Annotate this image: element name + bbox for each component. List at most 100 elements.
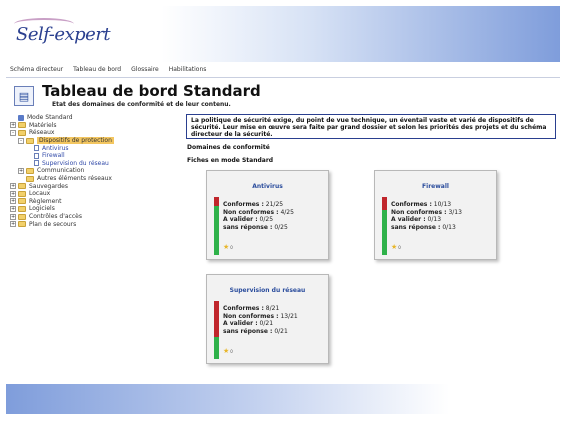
card-title[interactable]: Firewall — [375, 183, 496, 190]
star-icon[interactable]: ★ 0 — [391, 243, 401, 251]
logo[interactable]: Self-expert — [16, 24, 111, 45]
tree-item[interactable]: Supervision du réseau — [10, 160, 180, 168]
stat-non-conformes-value: 3/13 — [448, 208, 462, 216]
tree-item[interactable]: + Communication — [10, 167, 180, 175]
stat-a-valider: A valider : 0/25 — [223, 216, 294, 224]
stat-sans-reponse-label: sans réponse : — [223, 327, 273, 335]
stat-non-conformes: Non conformes : 3/13 — [391, 209, 462, 217]
stat-sans-reponse-label: sans réponse : — [391, 223, 441, 231]
bar-conformes — [214, 337, 219, 359]
stat-non-conformes: Non conformes : 13/21 — [223, 313, 298, 321]
stat-non-conformes-label: Non conformes : — [223, 208, 279, 216]
folder-icon — [18, 129, 26, 136]
bar-conformes — [382, 210, 387, 255]
mode-icon — [18, 114, 24, 121]
stat-sans-reponse: sans réponse : 0/25 — [223, 224, 294, 232]
expand-icon[interactable]: + — [10, 183, 16, 190]
navigation-tree: Mode Standard + Matériels - Réseaux - Disposit… — [10, 114, 180, 228]
compliance-bar — [382, 197, 387, 255]
tree-item[interactable]: + Locaux — [10, 190, 180, 198]
stat-conformes-value: 21/25 — [265, 201, 284, 208]
nav-tableau-de-bord[interactable]: Tableau de bord — [73, 66, 121, 73]
stat-sans-reponse-label: sans réponse : — [223, 223, 273, 231]
card-title[interactable]: Supervision du réseau — [207, 287, 328, 294]
star-icon[interactable]: ★ 0 — [223, 243, 233, 251]
folder-icon — [18, 205, 26, 212]
tree-item[interactable]: - Réseaux — [10, 129, 180, 137]
folder-icon — [18, 213, 26, 220]
compliance-card[interactable]: Supervision du réseau Conformes : 8/21 Non… — [206, 274, 329, 364]
tree-item[interactable]: + Sauvegardes — [10, 182, 180, 190]
stat-conformes: Conformes : 8/21 — [223, 305, 298, 313]
document-icon — [34, 145, 39, 152]
expand-icon[interactable]: + — [10, 198, 16, 205]
stat-a-valider-label: A valider : — [391, 216, 426, 224]
stat-a-valider-value: 0/21 — [259, 320, 274, 328]
footer-banner — [6, 384, 560, 414]
tree-item-label: Plan de secours — [29, 220, 77, 228]
expand-icon[interactable]: + — [18, 167, 24, 174]
nav-schema-directeur[interactable]: Schéma directeur — [10, 66, 63, 73]
tree-item[interactable]: + Plan de secours — [10, 220, 180, 228]
collapse-icon[interactable]: - — [10, 129, 16, 136]
stat-a-valider-label: A valider : — [223, 216, 258, 224]
collapse-icon[interactable]: - — [18, 137, 24, 144]
expand-icon[interactable]: + — [10, 190, 16, 197]
tree-item-label: Antivirus — [42, 144, 69, 152]
nav-habilitations[interactable]: Habilitations — [169, 66, 207, 73]
tree-item-label: Supervision du réseau — [42, 159, 109, 167]
compliance-bar — [214, 197, 219, 255]
stat-non-conformes: Non conformes : 4/25 — [223, 209, 294, 217]
stat-non-conformes-value: 4/25 — [280, 208, 294, 216]
stat-conformes-label: Conformes : — [223, 305, 264, 312]
tree-item-label: Dispositifs de protection — [37, 137, 114, 145]
expand-icon[interactable]: + — [10, 122, 16, 129]
tree-item-label: Sauvegardes — [29, 182, 69, 190]
tree-item-label: Firewall — [42, 152, 65, 160]
tree-item[interactable]: Firewall — [10, 152, 180, 160]
stat-conformes: Conformes : 21/25 — [223, 201, 294, 209]
stat-a-valider-value: 0/13 — [427, 216, 442, 224]
document-icon — [34, 152, 39, 159]
star-icon[interactable]: ★ 0 — [223, 347, 233, 355]
stat-conformes-value: 8/21 — [265, 305, 280, 312]
page-subtitle: Etat des domaines de conformité et de le… — [52, 101, 231, 108]
expand-icon[interactable]: + — [10, 221, 16, 228]
mode-label: Fiches en mode Standard — [187, 157, 274, 164]
tree-item[interactable]: + Règlement — [10, 198, 180, 206]
folder-icon — [18, 190, 26, 197]
tree-item[interactable]: + Matériels — [10, 122, 180, 130]
tree-item-label: Règlement — [29, 197, 62, 205]
nav-divider — [6, 77, 560, 78]
tree-item[interactable]: + Logiciels — [10, 205, 180, 213]
stat-a-valider: A valider : 0/21 — [223, 320, 298, 328]
tree-item-label: Mode Standard — [27, 114, 73, 122]
bar-non-conformes — [214, 197, 219, 206]
folder-icon — [18, 122, 26, 129]
nav-glossaire[interactable]: Glossaire — [131, 66, 159, 73]
expand-icon[interactable]: + — [10, 205, 16, 212]
tree-item[interactable]: Mode Standard — [10, 114, 180, 122]
folder-icon — [26, 167, 34, 174]
card-stats: Conformes : 10/13 Non conformes : 3/13 A v… — [391, 201, 462, 231]
tree-item-label: Logiciels — [29, 205, 55, 213]
card-stats: Conformes : 21/25 Non conformes : 4/25 A v… — [223, 201, 294, 231]
expand-icon[interactable]: + — [10, 213, 16, 220]
folder-icon — [18, 221, 26, 228]
star-count: 0 — [398, 244, 401, 250]
stat-a-valider: A valider : 0/13 — [391, 216, 462, 224]
tree-item[interactable]: Autres éléments réseaux — [10, 175, 180, 183]
compliance-card[interactable]: Firewall Conformes : 10/13 Non conformes :… — [374, 170, 497, 260]
stat-sans-reponse-value: 0/21 — [274, 327, 288, 335]
stat-conformes: Conformes : 10/13 — [391, 201, 462, 209]
star-count: 0 — [230, 348, 233, 354]
bar-conformes — [214, 206, 219, 255]
stat-sans-reponse-value: 0/25 — [274, 223, 288, 231]
card-title[interactable]: Antivirus — [207, 183, 328, 190]
tree-item[interactable]: + Contrôles d'accès — [10, 213, 180, 221]
compliance-card[interactable]: Antivirus Conformes : 21/25 Non conformes … — [206, 170, 329, 260]
tree-item[interactable]: - Dispositifs de protection — [10, 137, 180, 145]
dashboard-icon: ▤ — [14, 86, 34, 106]
tree-item[interactable]: Antivirus — [10, 144, 180, 152]
stat-sans-reponse: sans réponse : 0/21 — [223, 328, 298, 336]
